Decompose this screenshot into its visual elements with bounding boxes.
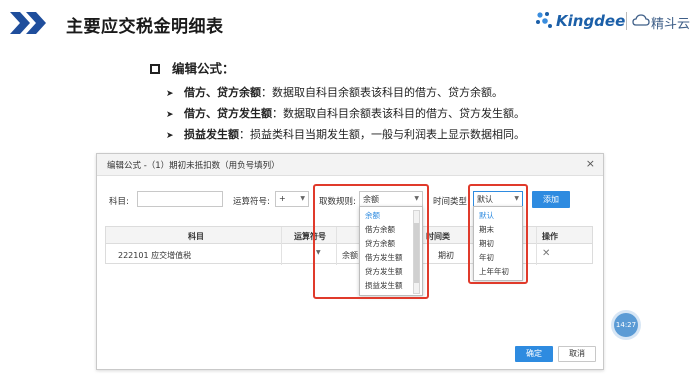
jingdouyun-wordmark: 精斗云 xyxy=(651,17,691,32)
slide-title: 主要应交税金明细表 xyxy=(66,17,224,37)
edit-formula-dialog: 编辑公式 -（1）期初未抵扣数（用负号填列） × 科目: 运算符号: + ▼ 取… xyxy=(96,153,604,370)
kingdee-wordmark: Kingdee xyxy=(556,12,626,30)
kingdee-logo-icon xyxy=(536,12,552,28)
confirm-button[interactable]: 确定 xyxy=(515,346,553,362)
time-type-label: 时间类型: xyxy=(433,197,470,207)
cloud-icon xyxy=(632,14,650,26)
note-item: ➤ 损益发生额：损益类科目当期发生额，一般与利润表上显示数据相同。 xyxy=(166,128,525,141)
brand-logo: Kingdee 精斗云 xyxy=(534,6,694,34)
notes-heading: 编辑公式： xyxy=(150,58,235,77)
close-icon[interactable]: × xyxy=(586,157,595,170)
add-button[interactable]: 添加 xyxy=(532,191,570,208)
operator-label: 运算符号: xyxy=(233,197,270,207)
dialog-titlebar: 编辑公式 -（1）期初未抵扣数（用负号填列） × xyxy=(97,154,603,176)
logo-divider xyxy=(626,12,627,30)
arrow-bullet-icon: ➤ xyxy=(166,131,174,141)
rule-highlight-box xyxy=(313,184,429,299)
cancel-button[interactable]: 取消 xyxy=(558,346,596,362)
column-header-time: 时间类 xyxy=(426,232,450,241)
double-chevron-icon xyxy=(10,12,46,34)
time-highlight-box xyxy=(468,184,528,284)
dialog-title: 编辑公式 -（1）期初未抵扣数（用负号填列） xyxy=(107,161,280,171)
delete-row-icon[interactable]: ✕ xyxy=(542,248,550,259)
column-header-ops: 操作 xyxy=(542,232,558,241)
account-label: 科目: xyxy=(109,197,129,207)
arrow-bullet-icon: ➤ xyxy=(166,110,174,120)
column-header-account: 科目 xyxy=(188,232,204,241)
note-item: ➤ 借方、贷方发生额：数据取自科目余额表该科目的借方、贷方发生额。 xyxy=(166,107,525,120)
row-time-cell: 期初 xyxy=(438,251,454,260)
time-badge[interactable]: 14:27 xyxy=(614,313,638,337)
square-bullet-icon xyxy=(150,64,160,74)
account-input[interactable] xyxy=(137,191,223,207)
operator-select[interactable]: + ▼ xyxy=(275,191,309,207)
chevron-down-icon: ▼ xyxy=(300,195,305,202)
row-account-cell: 222101 应交增值税 xyxy=(118,251,192,260)
note-item: ➤ 借方、贷方余额：数据取自科目余额表该科目的借方、贷方余额。 xyxy=(166,86,503,99)
slide-header: 主要应交税金明细表 Kingdee 精斗云 xyxy=(0,0,700,44)
arrow-bullet-icon: ➤ xyxy=(166,89,174,99)
